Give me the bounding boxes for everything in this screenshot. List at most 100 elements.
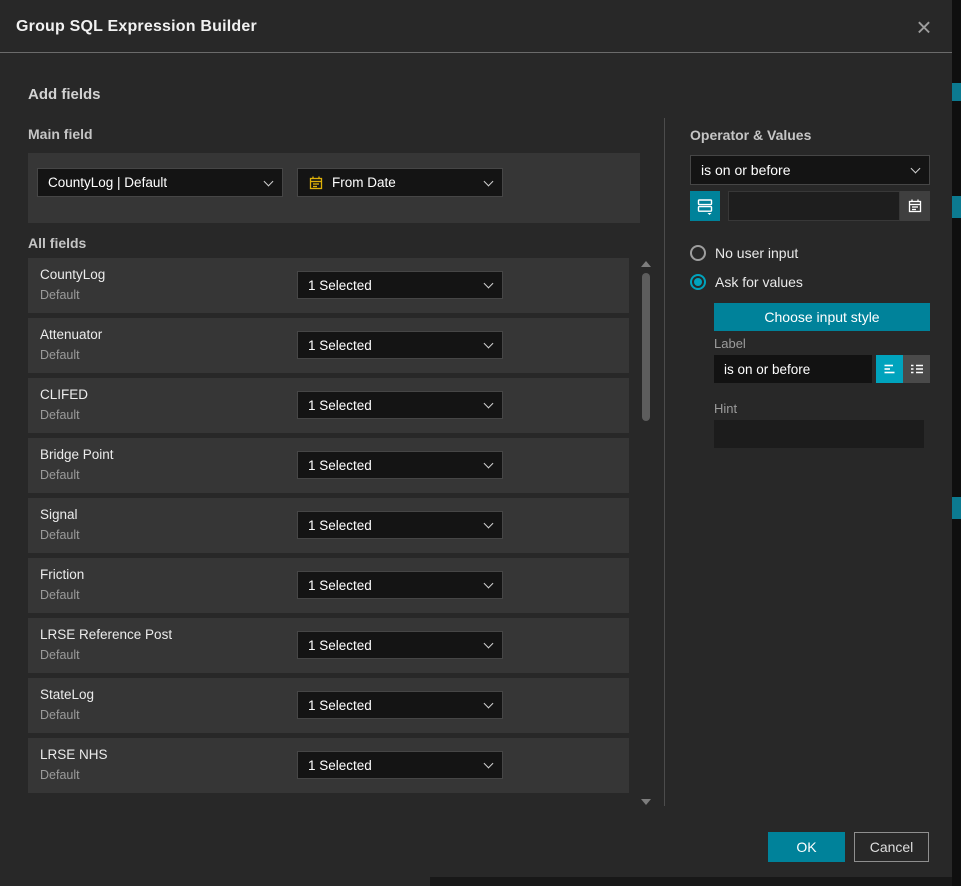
field-name: CountyLog: [40, 267, 105, 282]
background-app-strip: [952, 0, 961, 886]
field-name: LRSE Reference Post: [40, 627, 172, 642]
multi-value-toggle-button[interactable]: [903, 355, 930, 383]
field-values-select[interactable]: 1 Selected: [297, 751, 503, 779]
chevron-down-icon: [911, 164, 921, 174]
ok-button[interactable]: OK: [768, 832, 845, 862]
field-values-select[interactable]: 1 Selected: [297, 691, 503, 719]
field-type: Default: [40, 768, 80, 782]
hint-caption: Hint: [714, 401, 737, 416]
all-fields-list: CountyLog Default 1 Selected Attenuator …: [28, 258, 629, 793]
chevron-down-icon: [484, 699, 494, 709]
background-accent-fragment: [952, 196, 961, 218]
chevron-down-icon: [484, 639, 494, 649]
date-value-input[interactable]: [728, 191, 900, 221]
chevron-down-icon: [484, 339, 494, 349]
input-style-icon: [696, 197, 714, 215]
operator-select-value: is on or before: [701, 162, 904, 178]
background-accent-fragment: [952, 497, 961, 519]
field-type: Default: [40, 708, 80, 722]
select-value: 1 Selected: [308, 338, 372, 353]
field-name: CLIFED: [40, 387, 88, 402]
operator-select[interactable]: is on or before: [690, 155, 930, 185]
label-input[interactable]: [714, 355, 872, 383]
field-row: LRSE Reference Post Default 1 Selected: [28, 618, 629, 673]
dialog-titlebar: Group SQL Expression Builder ×: [0, 0, 952, 53]
field-values-select[interactable]: 1 Selected: [297, 271, 503, 299]
source-select-value: CountyLog | Default: [48, 175, 167, 190]
select-value: 1 Selected: [308, 698, 372, 713]
field-name: Attenuator: [40, 327, 102, 342]
radio-unselected-icon: [690, 245, 706, 261]
field-row: StateLog Default 1 Selected: [28, 678, 629, 733]
select-value: 1 Selected: [308, 458, 372, 473]
bulleted-list-icon: [909, 361, 925, 377]
align-left-icon: [882, 361, 898, 377]
field-row: LRSE NHS Default 1 Selected: [28, 738, 629, 793]
add-fields-heading: Add fields: [28, 86, 101, 103]
main-field-field-select[interactable]: From Date: [297, 168, 503, 197]
calendar-icon: [308, 175, 324, 191]
label-caption: Label: [714, 336, 746, 351]
choose-input-style-button[interactable]: Choose input style: [714, 303, 930, 331]
single-value-toggle-button[interactable]: [876, 355, 903, 383]
chevron-down-icon: [484, 759, 494, 769]
cancel-button[interactable]: Cancel: [854, 832, 929, 862]
scrollbar-thumb[interactable]: [642, 273, 650, 421]
field-values-select[interactable]: 1 Selected: [297, 631, 503, 659]
field-values-select[interactable]: 1 Selected: [297, 511, 503, 539]
value-input-type-button[interactable]: [690, 191, 720, 221]
field-name: Friction: [40, 567, 84, 582]
field-type: Default: [40, 288, 80, 302]
radio-ask-for-values[interactable]: Ask for values: [690, 274, 803, 290]
radio-label: Ask for values: [715, 274, 803, 290]
chevron-down-icon: [484, 279, 494, 289]
field-row: CLIFED Default 1 Selected: [28, 378, 629, 433]
date-picker-button[interactable]: [900, 191, 930, 221]
hint-input[interactable]: [714, 420, 924, 448]
select-value: 1 Selected: [308, 278, 372, 293]
chevron-down-icon: [484, 176, 494, 186]
select-value: 1 Selected: [308, 638, 372, 653]
field-name: Bridge Point: [40, 447, 114, 462]
select-value: 1 Selected: [308, 578, 372, 593]
radio-label: No user input: [715, 245, 798, 261]
field-values-select[interactable]: 1 Selected: [297, 451, 503, 479]
calendar-icon: [907, 198, 923, 214]
close-button[interactable]: ×: [902, 0, 946, 53]
field-type: Default: [40, 528, 80, 542]
label-style-toggle-group: [876, 355, 930, 383]
field-row: Friction Default 1 Selected: [28, 558, 629, 613]
chevron-down-icon: [484, 519, 494, 529]
main-field-heading: Main field: [28, 126, 93, 142]
main-field-source-select[interactable]: CountyLog | Default: [37, 168, 283, 197]
dialog-title: Group SQL Expression Builder: [16, 0, 257, 53]
panel-divider: [664, 118, 665, 806]
field-type: Default: [40, 648, 80, 662]
field-row: Attenuator Default 1 Selected: [28, 318, 629, 373]
field-row: Signal Default 1 Selected: [28, 498, 629, 553]
select-value: 1 Selected: [308, 518, 372, 533]
scrollbar-down-arrow-icon[interactable]: [641, 799, 651, 805]
field-values-select[interactable]: 1 Selected: [297, 571, 503, 599]
field-name: Signal: [40, 507, 78, 522]
field-select-value: From Date: [332, 175, 477, 190]
field-name: LRSE NHS: [40, 747, 108, 762]
chevron-down-icon: [484, 579, 494, 589]
background-accent-fragment: [952, 83, 961, 101]
chevron-down-icon: [484, 459, 494, 469]
field-type: Default: [40, 468, 80, 482]
field-type: Default: [40, 348, 80, 362]
chevron-down-icon: [484, 399, 494, 409]
select-value: 1 Selected: [308, 398, 372, 413]
background-app-bottom: [430, 877, 952, 886]
field-row: CountyLog Default 1 Selected: [28, 258, 629, 313]
radio-selected-icon: [690, 274, 706, 290]
radio-no-user-input[interactable]: No user input: [690, 245, 798, 261]
field-values-select[interactable]: 1 Selected: [297, 391, 503, 419]
main-field-band: CountyLog | Default From Date: [28, 153, 640, 223]
field-values-select[interactable]: 1 Selected: [297, 331, 503, 359]
screen: Group SQL Expression Builder × Add field…: [0, 0, 961, 886]
scrollbar-up-arrow-icon[interactable]: [641, 261, 651, 267]
select-value: 1 Selected: [308, 758, 372, 773]
field-type: Default: [40, 588, 80, 602]
